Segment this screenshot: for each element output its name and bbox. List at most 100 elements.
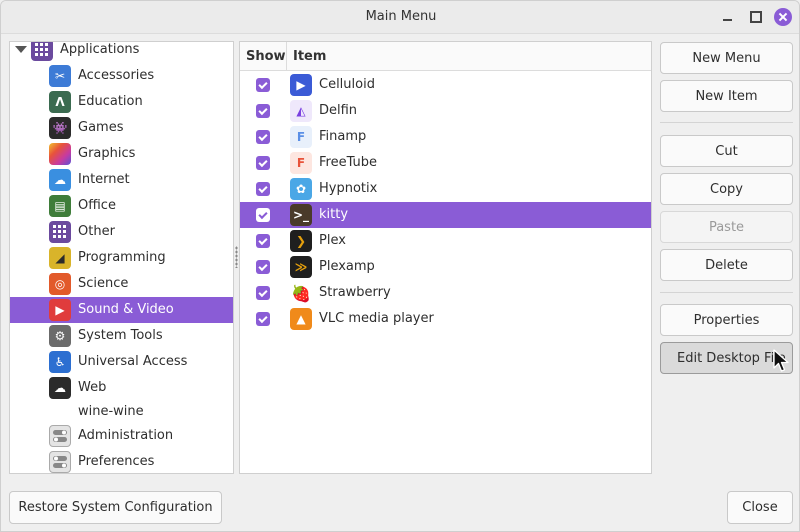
cut-button[interactable]: Cut — [660, 135, 793, 167]
item-label: Hypnotix — [319, 181, 378, 196]
tree-item-web[interactable]: ☁ Web — [10, 375, 233, 401]
toggle-icon — [49, 451, 71, 473]
delfin-icon: ◭ — [290, 100, 312, 122]
tree-item-games[interactable]: 👾 Games — [10, 115, 233, 141]
play-icon: ▶ — [49, 299, 71, 321]
gear-icon: ⚙ — [49, 325, 71, 347]
tree-item-other[interactable]: Other — [10, 219, 233, 245]
new-menu-button[interactable]: New Menu — [660, 42, 793, 74]
column-divider — [286, 42, 287, 71]
item-label: Delfin — [319, 103, 358, 118]
show-checkbox[interactable] — [256, 182, 270, 196]
vlc-icon: ▲ — [290, 308, 312, 330]
grid-icon — [31, 42, 53, 61]
properties-button[interactable]: Properties — [660, 304, 793, 336]
pane-splitter-handle[interactable] — [235, 246, 238, 268]
triangle-ruler-icon: ◢ — [49, 247, 71, 269]
column-header-item[interactable]: Item — [293, 49, 326, 64]
tree-item-programming[interactable]: ◢ Programming — [10, 245, 233, 271]
table-row[interactable]: ▶ Celluloid — [240, 72, 651, 98]
tree-root-applications[interactable]: Applications — [10, 42, 233, 61]
tree-item-label: Games — [78, 120, 124, 135]
expander-icon[interactable] — [15, 46, 27, 53]
tree-item-label: Sound & Video — [78, 302, 174, 317]
tree-item-label: System Tools — [78, 328, 163, 343]
items-table[interactable]: Show Item ▶ Celluloid ◭ Delfin F Finamp … — [239, 41, 652, 474]
toggle-icon — [49, 425, 71, 447]
item-label: Celluloid — [319, 77, 375, 92]
copy-button[interactable]: Copy — [660, 173, 793, 205]
tree-item-system-tools[interactable]: ⚙ System Tools — [10, 323, 233, 349]
rainbow-icon — [49, 143, 71, 165]
table-row[interactable]: ✿ Hypnotix — [240, 176, 651, 202]
table-row[interactable]: ◭ Delfin — [240, 98, 651, 124]
restore-system-configuration-button[interactable]: Restore System Configuration — [9, 491, 222, 524]
minimize-icon[interactable] — [719, 9, 735, 25]
new-item-button[interactable]: New Item — [660, 80, 793, 112]
table-row[interactable]: ❯ Plex — [240, 228, 651, 254]
table-row[interactable]: ≫ Plexamp — [240, 254, 651, 280]
maximize-icon[interactable] — [748, 9, 764, 25]
tree-item-universal-access[interactable]: ♿ Universal Access — [10, 349, 233, 375]
show-checkbox[interactable] — [256, 156, 270, 170]
table-row[interactable]: 🍓 Strawberry — [240, 280, 651, 306]
tree-item-label: Office — [78, 198, 116, 213]
tree-item-sound-video[interactable]: ▶ Sound & Video — [10, 297, 233, 323]
tree-item-label: Administration — [78, 428, 174, 443]
paste-button[interactable]: Paste — [660, 211, 793, 243]
item-label: FreeTube — [319, 155, 378, 170]
show-checkbox[interactable] — [256, 286, 270, 300]
close-icon[interactable] — [774, 8, 792, 26]
tree-item-office[interactable]: ▤ Office — [10, 193, 233, 219]
show-checkbox[interactable] — [256, 78, 270, 92]
invader-icon: 👾 — [49, 117, 71, 139]
table-row[interactable]: F FreeTube — [240, 150, 651, 176]
table-row[interactable]: ▲ VLC media player — [240, 306, 651, 332]
atom-icon: ◎ — [49, 273, 71, 295]
show-checkbox[interactable] — [256, 104, 270, 118]
show-checkbox[interactable] — [256, 234, 270, 248]
tree-item-preferences[interactable]: Preferences — [10, 449, 233, 473]
item-label: Plexamp — [319, 259, 375, 274]
button-separator — [660, 292, 793, 293]
plex-icon: ❯ — [290, 230, 312, 252]
tree-item-internet[interactable]: ☁ Internet — [10, 167, 233, 193]
tree-item-label: wine-wine — [78, 404, 144, 419]
table-row[interactable]: F Finamp — [240, 124, 651, 150]
table-row-selected[interactable]: >_ kitty — [240, 202, 651, 228]
tree-item-accessories[interactable]: ✂ Accessories — [10, 63, 233, 89]
tree-item-education[interactable]: Λ Education — [10, 89, 233, 115]
tree-item-label: Science — [78, 276, 129, 291]
show-checkbox[interactable] — [256, 312, 270, 326]
document-icon: ▤ — [49, 195, 71, 217]
show-checkbox[interactable] — [256, 130, 270, 144]
accessibility-icon: ♿ — [49, 351, 71, 373]
plexamp-icon: ≫ — [290, 256, 312, 278]
show-checkbox[interactable] — [256, 208, 270, 222]
show-checkbox[interactable] — [256, 260, 270, 274]
close-button[interactable]: Close — [727, 491, 793, 524]
scissors-icon: ✂ — [49, 65, 71, 87]
tree-item-label: Other — [78, 224, 115, 239]
titlebar: Main Menu — [1, 1, 799, 34]
item-label: kitty — [319, 207, 349, 222]
item-label: Finamp — [319, 129, 367, 144]
column-header-show[interactable]: Show — [246, 49, 286, 64]
item-label: Strawberry — [319, 285, 391, 300]
main-menu-window: Main Menu Applications ✂ Accessories Λ E… — [0, 0, 800, 532]
button-separator — [660, 122, 793, 123]
tree-root-label: Applications — [60, 42, 140, 57]
tree-item-label: Preferences — [78, 454, 155, 469]
tree-item-label: Web — [78, 380, 107, 395]
tree-item-graphics[interactable]: Graphics — [10, 141, 233, 167]
category-tree[interactable]: Applications ✂ Accessories Λ Education 👾… — [9, 41, 234, 474]
tree-item-label: Graphics — [78, 146, 136, 161]
delete-button[interactable]: Delete — [660, 249, 793, 281]
window-title: Main Menu — [365, 9, 437, 24]
mouse-pointer-icon — [773, 349, 789, 372]
table-header: Show Item — [240, 42, 651, 71]
tree-item-administration[interactable]: Administration — [10, 423, 233, 449]
tree-item-wine[interactable]: wine-wine — [10, 399, 233, 425]
item-label: Plex — [319, 233, 346, 248]
tree-item-science[interactable]: ◎ Science — [10, 271, 233, 297]
